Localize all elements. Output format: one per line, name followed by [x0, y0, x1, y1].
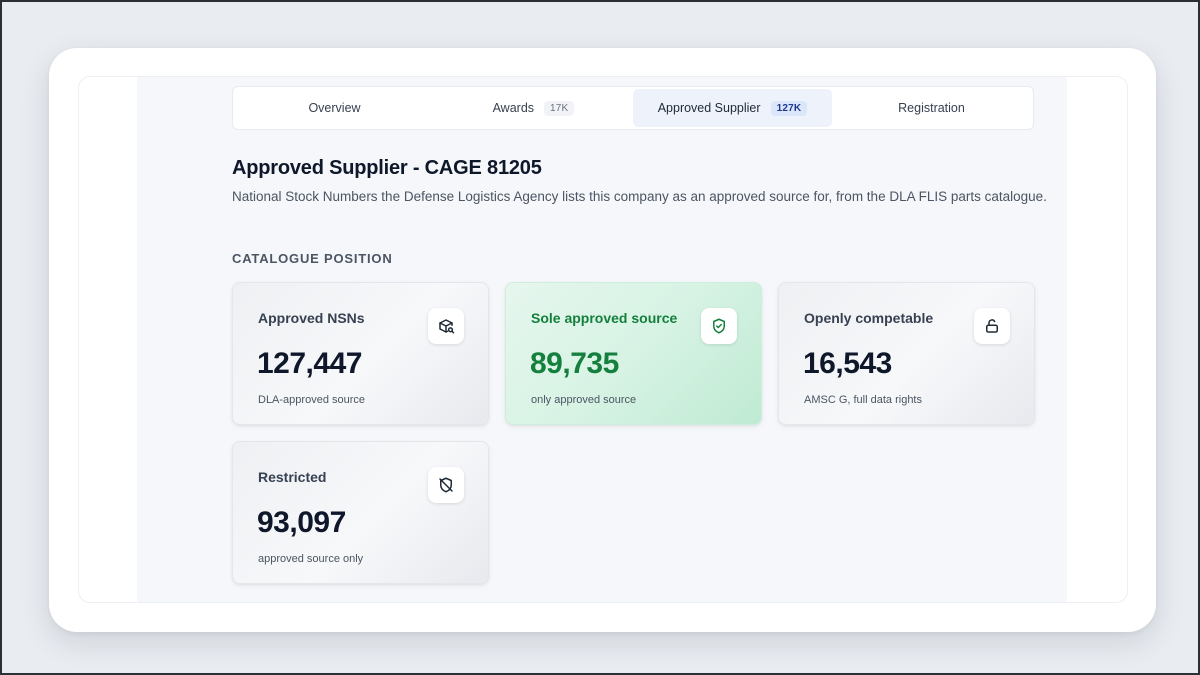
stat-card-approved-nsns: Approved NSNs 127,447 DLA-approved sourc… [232, 282, 489, 425]
tab-overview[interactable]: Overview [235, 89, 434, 127]
package-search-icon [428, 308, 464, 344]
shield-off-icon [428, 467, 464, 503]
main-panel: Overview Awards 17K Approved Supplier 12… [78, 76, 1128, 603]
stat-card-openly-competable: Openly competable 16,543 AMSC G, full da… [778, 282, 1035, 425]
tab-approved-supplier[interactable]: Approved Supplier 127K [633, 89, 832, 127]
tab-label: Overview [308, 101, 361, 115]
app-window: Overview Awards 17K Approved Supplier 12… [49, 48, 1156, 632]
stat-card-value: 89,735 [530, 347, 619, 380]
tab-count-badge: 17K [544, 100, 575, 116]
stat-card-subtext: AMSC G, full data rights [804, 394, 922, 406]
stat-card-label: Approved NSNs [258, 310, 365, 326]
stat-card-subtext: approved source only [258, 553, 364, 565]
tab-label: Approved Supplier [657, 101, 761, 115]
stat-card-label: Openly competable [804, 310, 934, 326]
unlock-icon [974, 308, 1010, 344]
stat-card-label: Sole approved source [531, 310, 678, 326]
page-description: National Stock Numbers the Defense Logis… [232, 189, 1047, 204]
tab-label: Awards [492, 101, 535, 115]
shield-check-icon [701, 308, 737, 344]
stat-card-subtext: only approved source [531, 394, 637, 406]
stat-card-label: Restricted [258, 469, 327, 485]
tab-registration[interactable]: Registration [832, 89, 1031, 127]
content-column: Overview Awards 17K Approved Supplier 12… [137, 77, 1067, 602]
tab-bar: Overview Awards 17K Approved Supplier 12… [232, 86, 1034, 130]
stat-card-subtext: DLA-approved source [258, 394, 366, 406]
stat-card-restricted: Restricted 93,097 approved source only [232, 441, 489, 584]
stat-card-value: 16,543 [803, 347, 892, 380]
section-heading: CATALOGUE POSITION [232, 251, 393, 266]
tab-label: Registration [898, 101, 965, 115]
tab-awards[interactable]: Awards 17K [434, 89, 633, 127]
stat-card-sole-source: Sole approved source 89,735 only approve… [505, 282, 762, 425]
tab-count-badge: 127K [770, 100, 808, 116]
screen-frame: Overview Awards 17K Approved Supplier 12… [0, 0, 1200, 675]
stat-card-value: 93,097 [257, 506, 346, 539]
stat-card-value: 127,447 [257, 347, 362, 380]
page-title: Approved Supplier - CAGE 81205 [232, 157, 542, 179]
